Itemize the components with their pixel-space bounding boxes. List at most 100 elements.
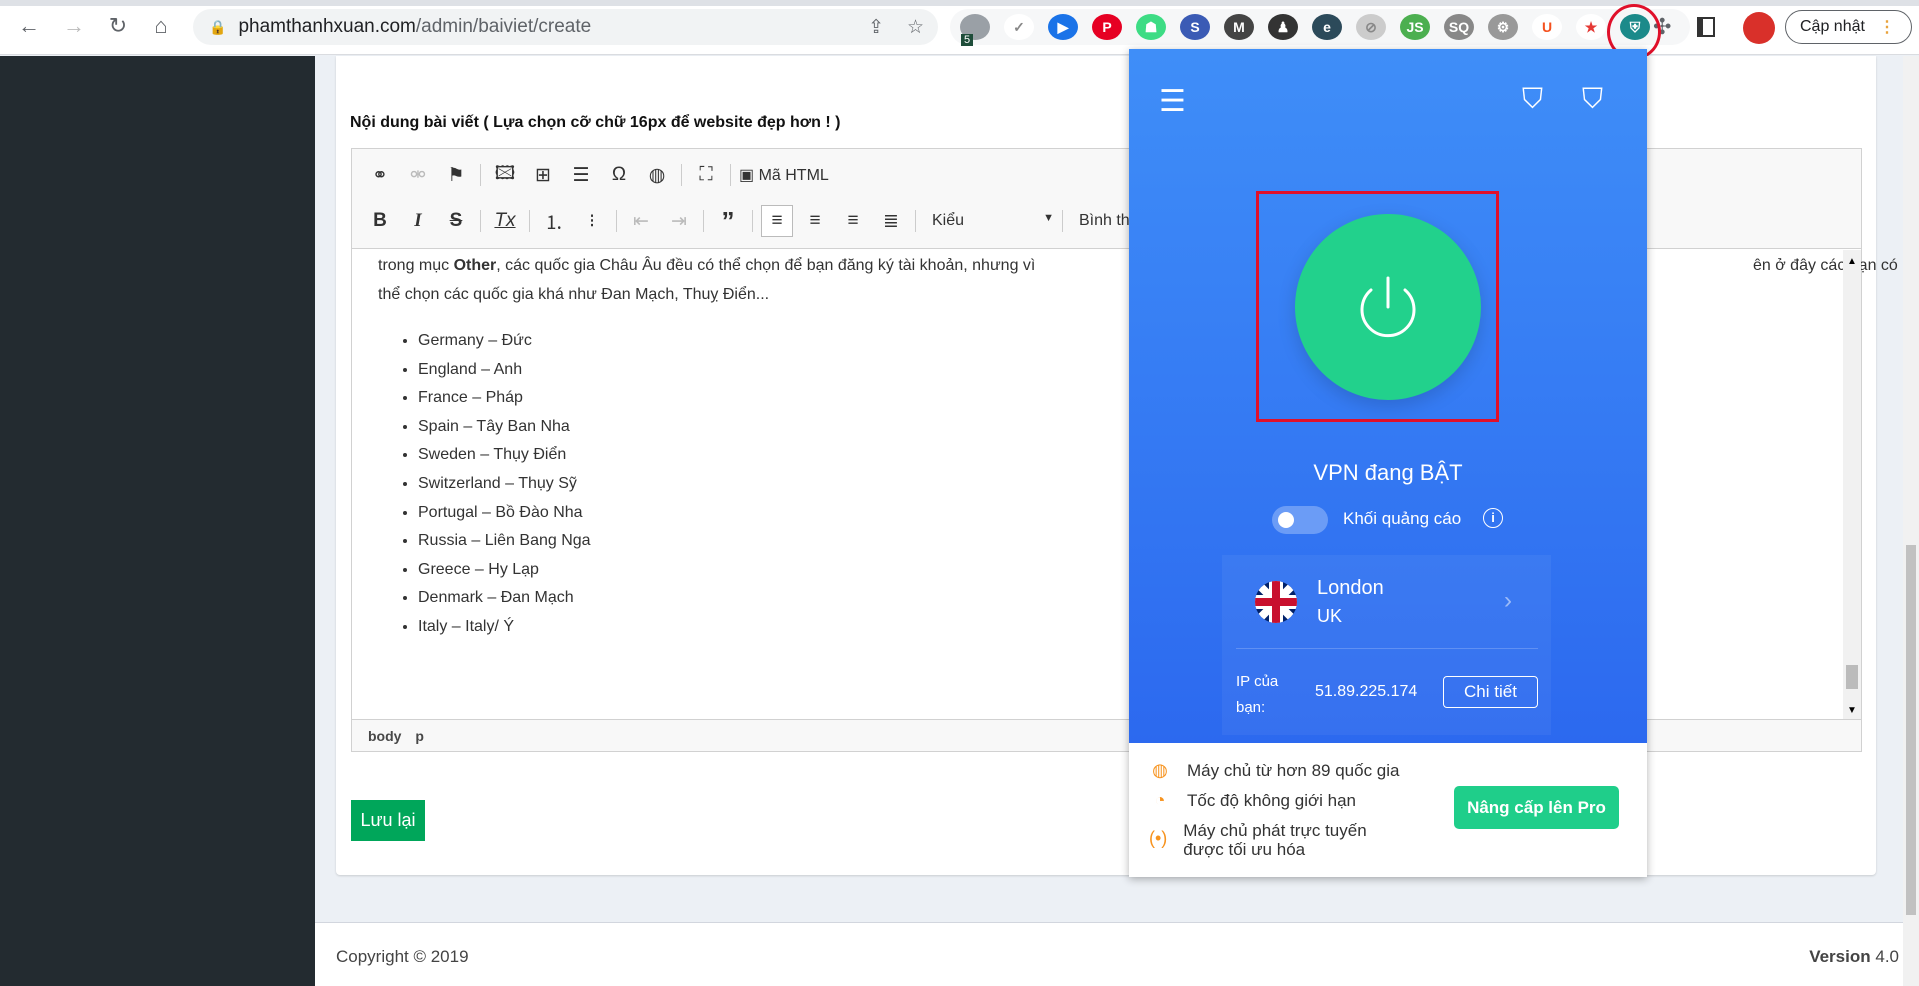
source-button[interactable]: ▣ Mã HTML [739, 165, 829, 185]
vpn-status: VPN đang BẬT [1313, 460, 1463, 485]
check-ext-icon[interactable]: ✓ [1004, 14, 1034, 40]
list-item: Russia – Liên Bang Nga [418, 527, 591, 556]
justify-icon[interactable]: ≣ [875, 205, 907, 237]
star-ext-icon[interactable]: ★ [1576, 14, 1606, 40]
country: UK [1317, 606, 1343, 626]
version: Version 4.0 [1809, 947, 1899, 966]
list-item: Switzerland – Thụy Sỹ [418, 470, 591, 499]
address-bar[interactable]: 🔒 phamthanhxuan.com/admin/baiviet/create… [193, 9, 938, 45]
ip-label: IP của bạn: [1236, 673, 1279, 716]
avatar[interactable] [1743, 12, 1775, 44]
sidebar [0, 56, 315, 986]
source-label: Mã HTML [758, 167, 829, 184]
strike-icon[interactable]: S [440, 205, 472, 237]
numbered-list-icon[interactable]: ⒈ [538, 205, 570, 237]
chevron-down-icon: ▼ [1043, 212, 1054, 224]
list-item: Portugal – Bồ Đào Nha [418, 499, 591, 528]
u-ext-icon[interactable]: U [1532, 14, 1562, 40]
blue-play-ext-icon[interactable]: ▶ [1048, 14, 1078, 40]
android-ext-icon[interactable]: ☗ [1136, 14, 1166, 40]
image-icon[interactable]: 🖾 [489, 159, 521, 191]
sq-ext-icon[interactable]: SQ [1444, 14, 1474, 40]
italic-icon[interactable]: I [402, 205, 434, 237]
bold-icon[interactable]: B [364, 205, 396, 237]
anchor-flag-icon[interactable]: ⚑ [440, 159, 472, 191]
list-item: Germany – Đức [418, 327, 591, 356]
footer: Copyright © 2019 Version 4.0 [315, 922, 1903, 986]
remove-format-icon[interactable]: Tx [489, 205, 521, 237]
globe-icon: ◍ [1152, 760, 1168, 780]
indent-icon[interactable]: ⇥ [663, 205, 695, 237]
outdent-icon[interactable]: ⇤ [625, 205, 657, 237]
horizontal-rule-icon[interactable]: ☰ [565, 159, 597, 191]
link-icon[interactable]: ⚭ [364, 159, 396, 191]
page-scroll-thumb[interactable] [1906, 545, 1916, 915]
share-icon[interactable]: ⇪ [868, 16, 884, 39]
table-icon[interactable]: ⊞ [527, 159, 559, 191]
compass-ext-icon[interactable]: ⊘ [1356, 14, 1386, 40]
m-ext-icon[interactable]: M [1224, 14, 1254, 40]
align-right-icon[interactable]: ≡ [837, 205, 869, 237]
e-ext-icon[interactable]: e [1312, 14, 1342, 40]
forward-icon[interactable]: → [60, 12, 88, 40]
editor-scrollbar[interactable]: ▲ ▼ [1843, 250, 1861, 720]
bookmark-star-icon[interactable]: ☆ [907, 16, 924, 39]
gear-ext-icon[interactable]: ⚙ [1488, 14, 1518, 40]
menu-icon[interactable]: ☰ [1159, 84, 1186, 119]
divider [1236, 648, 1538, 649]
extension-badge: 5 [961, 34, 974, 46]
maximize-icon[interactable]: ⛶ [690, 159, 722, 191]
lock-icon: 🔒 [209, 18, 227, 35]
save-button[interactable]: Lưu lại [351, 800, 425, 841]
ip-address: 51.89.225.174 [1315, 683, 1418, 700]
path-p[interactable]: p [415, 728, 424, 744]
align-center-icon[interactable]: ≡ [799, 205, 831, 237]
list-item: Sweden – Thụy Điển [418, 441, 591, 470]
copyright: Copyright © 2019 [336, 947, 469, 966]
speedometer-icon: ◔ [1154, 790, 1166, 810]
feature-speed: ◔ Tốc độ không giới hạn [1149, 790, 1356, 811]
scroll-down-icon[interactable]: ▼ [1843, 705, 1861, 716]
list-item: England – Anh [418, 356, 591, 385]
uk-flag-icon [1255, 581, 1297, 623]
vpn-popup: ☰ ⛉ ⛉ VPN đang BẬT Khối quảng cáo i Lond… [1129, 49, 1647, 877]
spy-ext-icon[interactable]: ♟ [1268, 14, 1298, 40]
shield-check-icon[interactable]: ⛉ [1522, 83, 1543, 116]
update-button[interactable]: Cập nhật ⋮ [1785, 10, 1912, 44]
list-item: Greece – Hy Lạp [418, 556, 591, 585]
align-left-icon[interactable]: ≡ [761, 205, 793, 237]
pinterest-ext-icon[interactable]: P [1092, 14, 1122, 40]
upgrade-button[interactable]: Nâng cấp lên Pro [1454, 786, 1619, 829]
style-select-value: Kiểu [932, 212, 965, 229]
update-label: Cập nhật [1800, 18, 1865, 35]
reload-icon[interactable]: ↻ [104, 12, 132, 40]
feature-streaming: (•) Máy chủ phát trực tuyến được tối ưu h… [1149, 821, 1367, 859]
info-icon[interactable]: i [1483, 508, 1503, 528]
iframe-globe-icon[interactable]: ◍ [641, 159, 673, 191]
blockquote-icon[interactable]: ” [712, 205, 744, 237]
bullet-list-icon[interactable]: ⁝ [576, 205, 608, 237]
unlink-icon[interactable]: ⚮ [402, 159, 434, 191]
style-select[interactable]: Kiểu ▼ [924, 212, 1054, 230]
content-label: Nội dung bài viết ( Lựa chọn cỡ chữ 16px… [350, 114, 841, 131]
js-ext-icon[interactable]: JS [1400, 14, 1430, 40]
special-char-icon[interactable]: Ω [603, 159, 635, 191]
path-body[interactable]: body [368, 728, 401, 744]
back-icon[interactable]: ← [15, 12, 43, 40]
feature-countries: ◍ Máy chủ từ hơn 89 quốc gia [1149, 760, 1399, 781]
shield-close-icon[interactable]: ⛉ [1582, 83, 1603, 116]
chevron-right-icon[interactable]: › [1504, 587, 1512, 615]
scroll-thumb[interactable] [1846, 665, 1858, 689]
side-panel-icon[interactable] [1697, 17, 1715, 37]
home-icon[interactable]: ⌂ [147, 12, 175, 40]
list-item: Denmark – Đan Mạch [418, 584, 591, 613]
adblock-toggle[interactable] [1272, 506, 1328, 534]
url-host: phamthanhxuan.com [238, 16, 416, 37]
country-list: Germany – ĐứcEngland – AnhFrance – Pháp S… [418, 327, 591, 642]
url-path: /admin/baiviet/create [415, 16, 592, 37]
scroll-up-icon[interactable]: ▲ [1843, 250, 1861, 267]
list-item: France – Pháp [418, 384, 591, 413]
power-button[interactable] [1295, 214, 1481, 400]
s-ext-icon[interactable]: S [1180, 14, 1210, 40]
details-button[interactable]: Chi tiết [1443, 676, 1538, 708]
